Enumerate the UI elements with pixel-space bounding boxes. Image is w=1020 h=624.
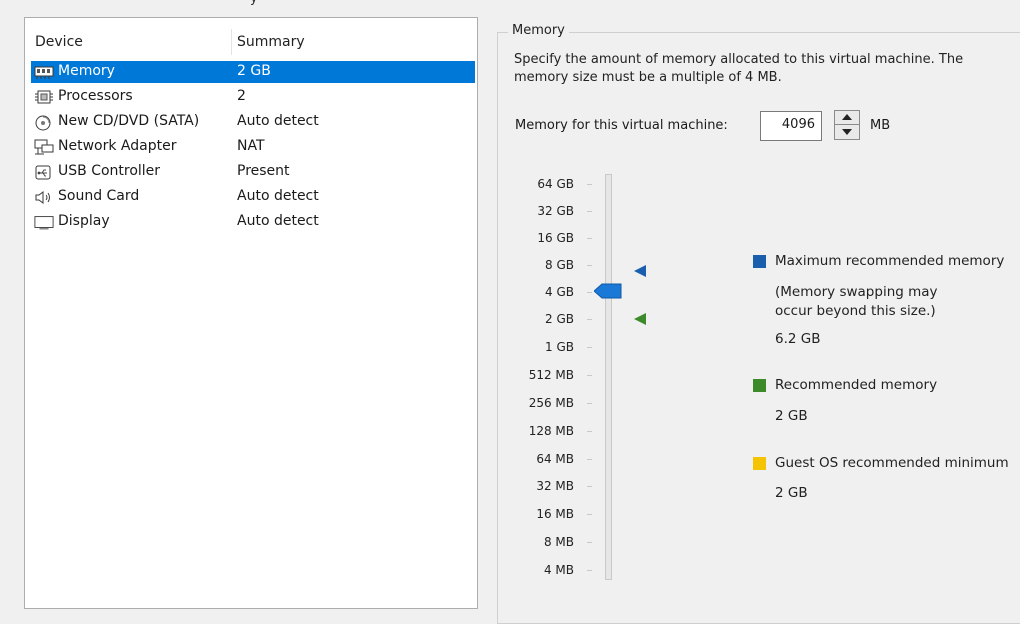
column-divider[interactable]: [231, 29, 232, 55]
device-name: Processors: [58, 88, 133, 104]
speaker-icon: [35, 191, 50, 204]
legend-max-title: Maximum recommended memory: [775, 253, 1005, 269]
scale-label: 4 GB: [545, 285, 574, 299]
device-summary: NAT: [237, 138, 265, 154]
max-recommended-swatch: [753, 255, 766, 268]
scale-tick: [587, 570, 592, 571]
memory-slider-thumb[interactable]: [594, 283, 622, 299]
max-recommended-marker-icon: [634, 265, 646, 277]
scale-label: 4 MB: [543, 563, 574, 577]
column-header-device[interactable]: Device: [35, 34, 83, 50]
device-summary: 2: [237, 88, 246, 104]
device-name: Memory: [58, 63, 115, 79]
processor-icon: [35, 90, 53, 104]
usb-icon: [35, 165, 51, 180]
scale-label: 1 GB: [545, 340, 574, 354]
scale-tick: [587, 486, 592, 487]
window-title-fragment: y: [250, 0, 258, 6]
scale-tick: [587, 184, 592, 185]
cd-dvd-icon: [35, 115, 51, 131]
recommended-marker-icon: [634, 313, 646, 325]
scale-label: 2 GB: [545, 312, 574, 326]
device-row-display[interactable]: Display Auto detect: [31, 211, 475, 233]
scale-tick: [587, 319, 592, 320]
scale-tick: [587, 211, 592, 212]
scale-tick: [587, 403, 592, 404]
device-name: Sound Card: [58, 188, 140, 204]
device-summary: Auto detect: [237, 213, 319, 229]
memory-unit-label: MB: [870, 118, 891, 133]
legend-guest-min-title: Guest OS recommended minimum: [775, 455, 1009, 471]
device-summary: 2 GB: [237, 63, 271, 79]
column-header-summary[interactable]: Summary: [237, 34, 305, 50]
device-row-processors[interactable]: Processors 2: [31, 86, 475, 108]
scale-label: 32 GB: [537, 204, 574, 218]
scale-label: 8 GB: [545, 258, 574, 272]
legend-recommended-title: Recommended memory: [775, 377, 938, 393]
scale-tick: [587, 431, 592, 432]
scale-tick: [587, 347, 592, 348]
network-adapter-icon: [34, 139, 54, 155]
device-summary: Auto detect: [237, 188, 319, 204]
scale-label: 16 MB: [536, 507, 574, 521]
memory-input[interactable]: 4096: [760, 111, 822, 141]
scale-label: 512 MB: [528, 368, 574, 382]
device-row-cd-dvd[interactable]: New CD/DVD (SATA) Auto detect: [31, 111, 475, 133]
recommended-swatch: [753, 379, 766, 392]
device-name: New CD/DVD (SATA): [58, 113, 200, 129]
scale-tick: [587, 542, 592, 543]
scale-label: 32 MB: [536, 479, 574, 493]
scale-tick: [587, 265, 592, 266]
scale-tick: [587, 375, 592, 376]
display-icon: [34, 216, 54, 230]
scale-label: 16 GB: [537, 231, 574, 245]
legend-max-note-line2: occur beyond this size.): [775, 303, 936, 319]
legend-max-note-line1: (Memory swapping may: [775, 284, 938, 300]
scale-tick: [587, 238, 592, 239]
memory-group-title: Memory: [508, 23, 569, 38]
scale-label: 8 MB: [543, 535, 574, 549]
device-row-memory[interactable]: Memory 2 GB: [31, 61, 475, 83]
device-row-sound-card[interactable]: Sound Card Auto detect: [31, 186, 475, 208]
guest-min-swatch: [753, 457, 766, 470]
scale-label: 256 MB: [528, 396, 574, 410]
device-name: USB Controller: [58, 163, 161, 179]
window-title-strip: y: [0, 0, 1020, 10]
scale-label: 64 MB: [536, 452, 574, 466]
memory-field-label: Memory for this virtual machine:: [515, 118, 728, 133]
memory-slider-track[interactable]: [605, 174, 612, 580]
legend-recommended-value: 2 GB: [775, 408, 808, 424]
device-summary: Present: [237, 163, 290, 179]
device-name: Display: [58, 213, 110, 229]
device-row-usb-controller[interactable]: USB Controller Present: [31, 161, 475, 183]
memory-description: Specify the amount of memory allocated t…: [514, 52, 964, 85]
legend-guest-min-value: 2 GB: [775, 485, 808, 501]
device-summary: Auto detect: [237, 113, 319, 129]
legend-max-value: 6.2 GB: [775, 331, 821, 347]
scale-tick: [587, 292, 592, 293]
scale-tick: [587, 514, 592, 515]
device-row-network-adapter[interactable]: Network Adapter NAT: [31, 136, 475, 158]
memory-icon: [34, 66, 54, 79]
memory-input-value[interactable]: 4096: [782, 117, 815, 132]
scale-label: 64 GB: [537, 177, 574, 191]
device-name: Network Adapter: [58, 138, 177, 154]
scale-tick: [587, 459, 592, 460]
memory-decrement-button[interactable]: [834, 124, 860, 140]
device-list[interactable]: Device Summary Memory 2 GB Processors 2 …: [24, 17, 478, 609]
scale-label: 128 MB: [528, 424, 574, 438]
